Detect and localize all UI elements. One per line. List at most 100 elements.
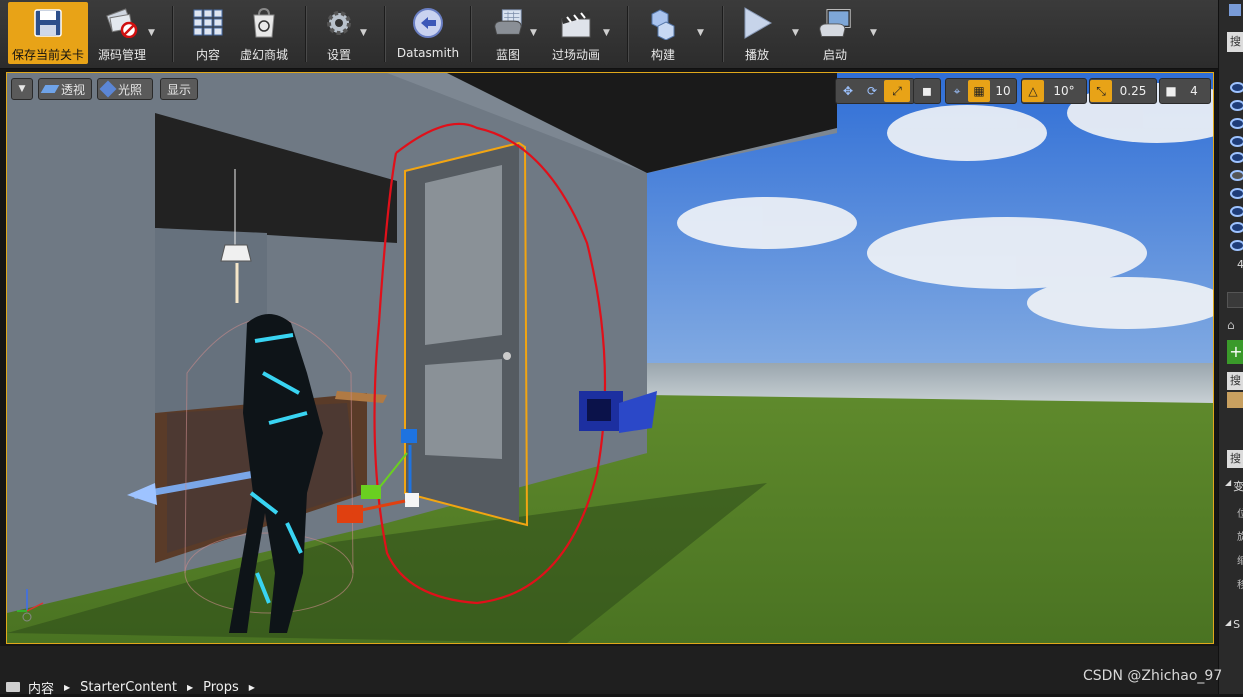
details-tab-icon[interactable] bbox=[1227, 292, 1243, 308]
chevron-down-icon: ▼ bbox=[18, 84, 26, 94]
right-side-panel: 搜 4 ⌂ + 搜 搜 ◢ 变 位 旋 缩 移 ◢ S bbox=[1218, 0, 1243, 694]
chevron-right-icon: ▶ bbox=[186, 682, 194, 692]
grid-snap-icon[interactable]: ▦ bbox=[968, 80, 990, 102]
marketplace-bag-icon bbox=[247, 6, 281, 40]
save-level-button[interactable]: 保存当前关卡 bbox=[8, 2, 88, 64]
cinematics-dropdown-icon[interactable]: ▼ bbox=[603, 28, 610, 38]
rotate-icon[interactable]: ⟳ bbox=[860, 84, 884, 98]
toolbar-divider bbox=[722, 6, 724, 62]
visibility-eye-icon[interactable] bbox=[1230, 206, 1243, 217]
rotation-label: 旋 bbox=[1237, 532, 1243, 543]
home-icon[interactable]: ⌂ bbox=[1227, 318, 1235, 332]
section-transform[interactable]: ◢ 变 bbox=[1225, 478, 1243, 494]
rotation-snap-icon[interactable]: △ bbox=[1022, 80, 1044, 102]
chevron-right-icon: ▶ bbox=[64, 682, 71, 692]
folder-icon[interactable] bbox=[6, 682, 20, 692]
save-icon bbox=[31, 6, 65, 40]
breadcrumb-item[interactable]: StarterContent bbox=[80, 680, 177, 695]
grid-snap-value[interactable]: 10 bbox=[990, 84, 1016, 98]
clapperboard-icon bbox=[559, 6, 593, 40]
content-button[interactable]: 内容 bbox=[184, 2, 232, 64]
viewport-options-button[interactable]: ▼ bbox=[11, 78, 33, 100]
source-control-dropdown-icon[interactable]: ▼ bbox=[148, 28, 155, 38]
rotation-snap-value[interactable]: 10° bbox=[1044, 84, 1084, 98]
settings-dropdown-icon[interactable]: ▼ bbox=[360, 28, 367, 38]
content-grid-icon bbox=[191, 6, 225, 40]
play-button[interactable]: 播放 bbox=[734, 2, 780, 64]
translate-icon[interactable]: ✥ bbox=[836, 84, 860, 98]
toolbar-divider bbox=[305, 6, 307, 62]
chevron-down-icon: ◢ bbox=[1225, 478, 1232, 487]
launch-dropdown-icon[interactable]: ▼ bbox=[870, 28, 877, 38]
cube-icon: ◼ bbox=[922, 84, 932, 98]
blueprint-icon bbox=[491, 6, 525, 40]
main-toolbar: 保存当前关卡 源码管理 ▼ 内容 虚幻商城 设置 ▼ Datasmith 蓝图 … bbox=[0, 0, 1218, 69]
source-control-button[interactable]: 源码管理 bbox=[90, 2, 154, 64]
visibility-eye-icon[interactable] bbox=[1230, 136, 1243, 147]
perspective-icon bbox=[40, 85, 60, 93]
surface-snap-icon[interactable]: ⌖ bbox=[946, 84, 968, 99]
scale-icon[interactable]: ⤢ bbox=[884, 80, 910, 102]
visibility-eye-icon[interactable] bbox=[1230, 152, 1243, 163]
location-label: 位 bbox=[1237, 509, 1243, 520]
scale-snap-group: ⤡ 0.25 bbox=[1089, 78, 1157, 104]
cinematics-button[interactable]: 过场动画 bbox=[548, 2, 604, 64]
mobility-label: 移 bbox=[1237, 580, 1243, 591]
section-static-mesh[interactable]: ◢ S bbox=[1225, 618, 1240, 631]
show-button[interactable]: 显示 bbox=[160, 78, 198, 100]
visibility-eye-icon[interactable] bbox=[1230, 188, 1243, 199]
build-dropdown-icon[interactable]: ▼ bbox=[697, 28, 704, 38]
visibility-eye-icon[interactable] bbox=[1230, 240, 1243, 251]
toolbar-divider bbox=[384, 6, 386, 62]
chevron-down-icon: ◢ bbox=[1225, 618, 1232, 627]
rotation-snap-group: △ 10° bbox=[1021, 78, 1087, 104]
breadcrumb: 内容 ▶ StarterContent ▶ Props ▶ bbox=[28, 680, 265, 697]
datasmith-button[interactable]: Datasmith bbox=[396, 2, 460, 64]
settings-button[interactable]: 设置 bbox=[318, 2, 360, 64]
build-cubes-icon bbox=[646, 6, 680, 40]
launch-button[interactable]: 启动 bbox=[810, 2, 860, 64]
transform-mode-group: ✥ ⟳ ⤢ bbox=[835, 78, 915, 104]
details-search-input[interactable]: 搜 bbox=[1227, 450, 1243, 468]
play-dropdown-icon[interactable]: ▼ bbox=[792, 28, 799, 38]
chevron-right-icon: ▶ bbox=[248, 682, 255, 692]
level-viewport[interactable]: ▼ 透视 光照 显示 ✥ ⟳ ⤢ ◼ ⌖ ▦ 10 △ 10° ⤡ 0.25 ■… bbox=[6, 72, 1214, 644]
component-search-input[interactable]: 搜 bbox=[1227, 372, 1243, 390]
add-component-button[interactable]: + bbox=[1227, 340, 1243, 364]
lit-mode-button[interactable]: 光照 bbox=[97, 78, 153, 100]
grid-snap-group: ⌖ ▦ 10 bbox=[945, 78, 1017, 104]
component-icon[interactable] bbox=[1227, 392, 1243, 408]
blueprints-button[interactable]: 蓝图 bbox=[484, 2, 532, 64]
toolbar-divider bbox=[172, 6, 174, 62]
marketplace-button[interactable]: 虚幻商城 bbox=[238, 2, 290, 64]
coordinate-system-button[interactable]: ◼ bbox=[913, 78, 941, 104]
perspective-button[interactable]: 透视 bbox=[38, 78, 92, 100]
launch-gamepad-icon bbox=[818, 6, 852, 40]
source-control-icon bbox=[105, 6, 139, 40]
build-button[interactable]: 构建 bbox=[640, 2, 686, 64]
outliner-search-input[interactable]: 搜 bbox=[1227, 32, 1243, 52]
toolbar-divider bbox=[627, 6, 629, 62]
scale-snap-icon[interactable]: ⤡ bbox=[1090, 80, 1112, 102]
visibility-eye-icon[interactable] bbox=[1230, 82, 1243, 93]
watermark: CSDN @Zhichao_97 bbox=[1083, 668, 1223, 684]
axis-gizmo-icon bbox=[17, 589, 44, 622]
toolbar-divider bbox=[470, 6, 472, 62]
visibility-eye-icon[interactable] bbox=[1230, 222, 1243, 233]
visibility-eye-icon[interactable] bbox=[1230, 100, 1243, 111]
breadcrumb-item[interactable]: Props bbox=[203, 680, 239, 695]
camera-speed-button[interactable]: ■ 4 bbox=[1159, 78, 1211, 104]
viewport-scene bbox=[7, 73, 1213, 643]
scale-label: 缩 bbox=[1237, 556, 1243, 567]
world-outliner-icon[interactable] bbox=[1229, 4, 1241, 16]
scale-snap-value[interactable]: 0.25 bbox=[1112, 84, 1154, 98]
play-icon bbox=[740, 6, 774, 40]
visibility-eye-icon[interactable] bbox=[1230, 118, 1243, 129]
lit-sphere-icon bbox=[99, 80, 117, 98]
camera-icon: ■ bbox=[1165, 84, 1177, 98]
datasmith-icon bbox=[411, 6, 445, 40]
gear-icon bbox=[322, 6, 356, 40]
visibility-eye-icon[interactable] bbox=[1230, 170, 1243, 181]
blueprints-dropdown-icon[interactable]: ▼ bbox=[530, 28, 537, 38]
actor-count: 4 bbox=[1237, 258, 1243, 271]
